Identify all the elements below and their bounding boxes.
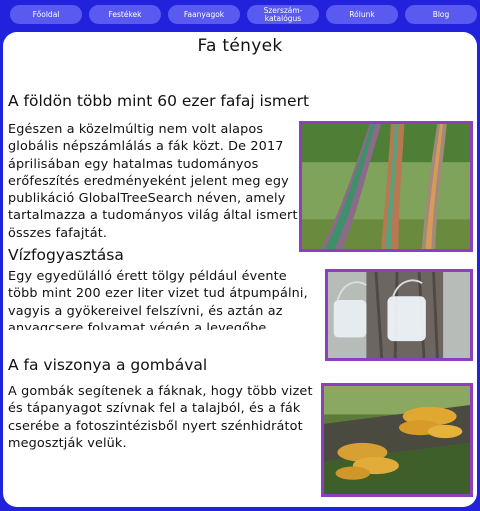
content-panel: Fa tények A földön több mint 60 ezer faf… [3,32,477,507]
section-text-fungi-relationship: A gombák segítenek a fáknak, hogy több v… [8,384,313,451]
section-text-tree-species: Egészen a közelmúltig nem volt alapos gl… [8,122,298,241]
bracket-fungus-icon [324,386,470,494]
nav-item-label: Festékek [108,9,142,19]
top-navigation: Főoldal Festékek Faanyagok Szerszám- kat… [0,0,480,30]
nav-item-label: Faanyagok [183,9,225,19]
nav-item-label: Főoldal [32,9,60,19]
water-bags-photo [325,269,473,361]
rainbow-eucalyptus-photo [299,121,473,252]
section-heading-tree-species: A földön több mint 60 ezer fafaj ismert [8,92,310,110]
nav-item-label: Rólunk [349,9,375,19]
rainbow-eucalyptus-icon [302,124,470,249]
section-heading-fungi-relationship: A fa viszonya a gombával [8,356,208,374]
nav-item-label: Szerszám- katalógus [263,5,303,23]
section-heading-water-consumption: Vízfogyasztása [8,246,124,264]
water-bags-tree-icon [328,272,470,358]
nav-item-wood-materials[interactable]: Faanyagok [168,5,240,24]
bracket-fungus-photo [321,383,473,497]
nav-item-label: Blog [432,9,450,19]
nav-item-blog[interactable]: Blog [405,5,477,24]
nav-item-paints[interactable]: Festékek [89,5,161,24]
page-title: Fa tények [197,36,283,56]
nav-item-home[interactable]: Főoldal [10,5,82,24]
nav-item-about[interactable]: Rólunk [326,5,398,24]
nav-item-tool-catalog[interactable]: Szerszám- katalógus [247,5,319,24]
section-text-water-consumption: Egy egyedülálló érett tölgy például éven… [8,269,308,330]
